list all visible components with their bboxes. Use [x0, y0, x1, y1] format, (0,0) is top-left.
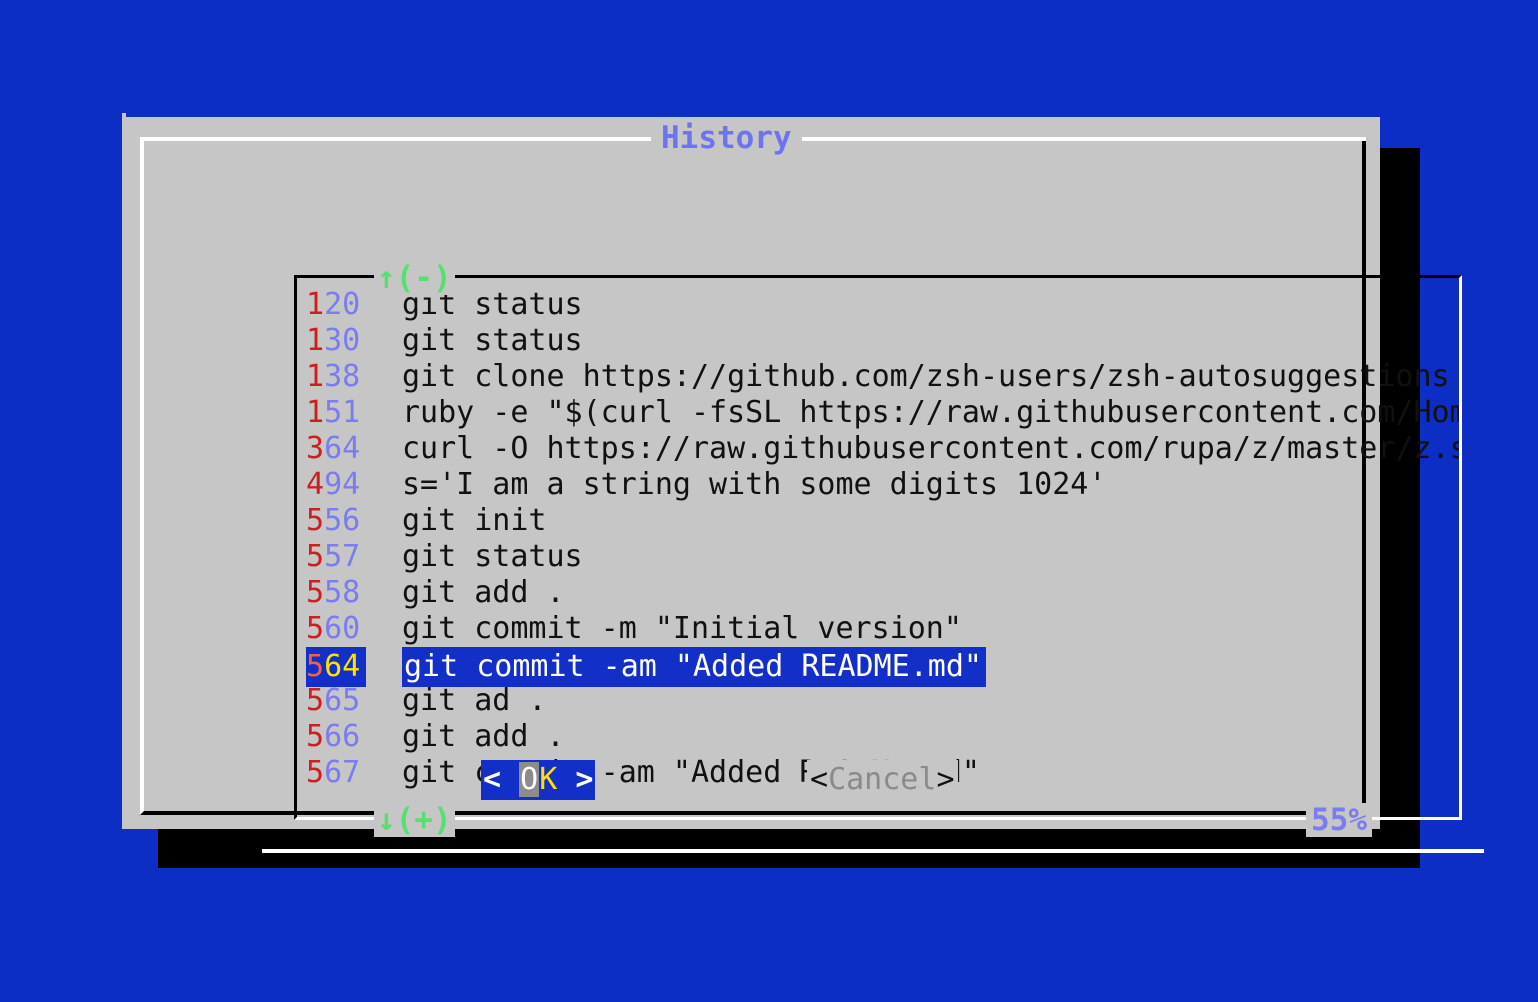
history-line-number: 151 — [306, 395, 366, 431]
history-line-number: 557 — [306, 539, 366, 575]
history-row[interactable]: 560 git commit -m "Initial version" — [297, 611, 1459, 647]
history-row[interactable]: 566 git add . — [297, 719, 1459, 755]
ok-accelerator-char: O — [519, 762, 540, 797]
history-line-number-rest: 64 — [324, 649, 361, 684]
history-line-number: 560 — [306, 611, 366, 647]
ok-label-rest: K — [539, 762, 558, 797]
history-row[interactable]: 364 curl -O https://raw.githubusercontent… — [297, 431, 1462, 467]
cancel-right-bracket: > — [936, 762, 955, 797]
scroll-position-percent: 55% — [1306, 803, 1372, 837]
history-row[interactable]: 565 git ad . — [297, 683, 1459, 719]
history-command-text: git status — [402, 323, 583, 358]
history-command-text: s='I am a string with some digits 1024' — [402, 467, 1107, 502]
history-line-number-first-digit: 5 — [306, 683, 325, 718]
cancel-left-bracket: < — [810, 762, 829, 797]
history-command-text: git clone https://github.com/zsh-users/z… — [402, 359, 1450, 394]
history-line-number: 564 — [306, 647, 366, 687]
history-command-text: git add . — [402, 575, 565, 610]
history-line-number: 556 — [306, 503, 366, 539]
cancel-label: Cancel — [828, 762, 937, 797]
history-command-text: git commit -am "Added README.md" — [402, 647, 986, 687]
history-command-text: git init — [402, 503, 547, 538]
dialog-button-row: < OK > <Cancel> — [122, 758, 1380, 804]
history-line-number: 130 — [306, 323, 366, 359]
history-row[interactable]: 557 git status — [297, 539, 1459, 575]
history-line-number-first-digit: 3 — [306, 431, 325, 466]
history-row[interactable]: 494 s='I am a string with some digits 102… — [297, 467, 1459, 503]
history-line-number: 138 — [306, 359, 366, 395]
history-line-number-first-digit: 5 — [306, 611, 325, 646]
history-line-number: 566 — [306, 719, 366, 755]
history-line-number-rest: 66 — [324, 719, 361, 754]
history-command-text: ruby -e "$(curl -fsSL https://raw.github… — [402, 395, 1462, 430]
history-line-number: 494 — [306, 467, 366, 503]
history-line-number-rest: 58 — [324, 575, 361, 610]
history-line-number-rest: 94 — [324, 467, 361, 502]
history-line-number-first-digit: 1 — [306, 323, 325, 358]
history-command-text: git commit -m "Initial version" — [402, 611, 962, 646]
history-line-number: 364 — [306, 431, 366, 467]
history-command-text: git ad . — [402, 683, 547, 718]
history-line-number-rest: 20 — [324, 287, 361, 322]
history-command-text: curl -O https://raw.githubusercontent.co… — [402, 431, 1462, 466]
history-line-number-rest: 60 — [324, 611, 361, 646]
history-line-number-rest: 65 — [324, 683, 361, 718]
history-row[interactable]: 130 git status — [297, 323, 1459, 359]
history-command-text: git add . — [402, 719, 565, 754]
history-line-number: 565 — [306, 683, 366, 719]
history-dialog: History 120 git status 130 git status 138 git… — [122, 113, 1484, 853]
history-line-number-rest: 57 — [324, 539, 361, 574]
history-line-number-first-digit: 5 — [306, 719, 325, 754]
history-line-number-rest: 51 — [324, 395, 361, 430]
ok-left-bracket: < — [483, 762, 502, 797]
history-line-number-first-digit: 5 — [306, 539, 325, 574]
ok-right-bracket: > — [575, 762, 594, 797]
history-line-number-first-digit: 1 — [306, 359, 325, 394]
cancel-button[interactable]: <Cancel> — [807, 760, 958, 800]
history-line-number-rest: 64 — [324, 431, 361, 466]
history-line-number-first-digit: 5 — [306, 649, 325, 684]
history-line-number-first-digit: 5 — [306, 503, 325, 538]
history-row[interactable]: 564 git commit -am "Added README.md" — [297, 647, 1459, 687]
scroll-up-marker[interactable]: ↑(-) — [374, 261, 455, 295]
history-line-number: 558 — [306, 575, 366, 611]
ok-gap-right — [557, 762, 575, 797]
history-line-number-rest: 30 — [324, 323, 361, 358]
scroll-down-marker[interactable]: ↓(+) — [374, 803, 455, 837]
page-title: History — [651, 119, 802, 157]
history-row[interactable]: 138 git clone https://github.com/zsh-user… — [297, 359, 1459, 395]
ok-gap-left — [501, 762, 519, 797]
history-line-number-rest: 56 — [324, 503, 361, 538]
dialog-left-bevel — [122, 113, 126, 829]
history-line-container: 120 git status 130 git status 138 git clone h… — [297, 287, 1462, 817]
history-line-number-first-digit: 5 — [306, 575, 325, 610]
history-row[interactable]: 556 git init — [297, 503, 1459, 539]
history-row[interactable]: 120 git status — [297, 287, 1459, 323]
dialog-top-bevel — [122, 113, 1380, 117]
button-separator — [262, 849, 1484, 853]
history-command-text: git status — [402, 539, 583, 574]
history-line-number-first-digit: 4 — [306, 467, 325, 502]
history-row[interactable]: 151 ruby -e "$(curl -fsSL https://raw.git… — [297, 395, 1462, 431]
history-line-number-rest: 38 — [324, 359, 361, 394]
ok-button[interactable]: < OK > — [481, 760, 596, 800]
history-line-number-first-digit: 1 — [306, 287, 325, 322]
history-line-number-first-digit: 1 — [306, 395, 325, 430]
history-line-number: 120 — [306, 287, 366, 323]
history-listbox[interactable]: 120 git status 130 git status 138 git clone h… — [294, 275, 1462, 820]
history-row[interactable]: 558 git add . — [297, 575, 1459, 611]
